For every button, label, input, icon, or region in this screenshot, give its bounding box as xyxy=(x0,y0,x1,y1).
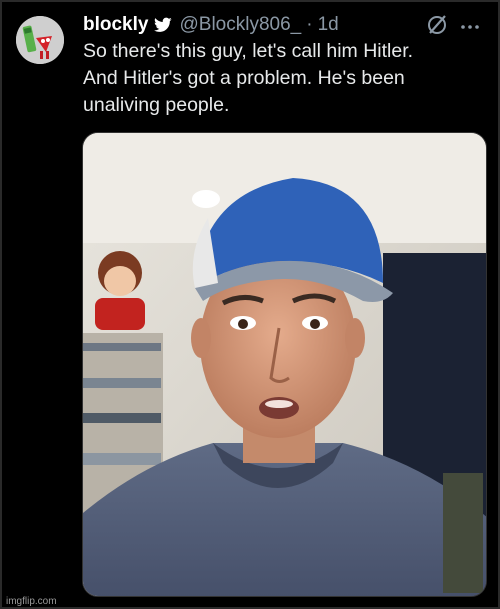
avatar-image xyxy=(16,16,64,64)
avatar[interactable] xyxy=(16,16,64,64)
tweet-media[interactable] xyxy=(82,132,487,597)
tweet-text: So there's this guy, let's call him Hitl… xyxy=(83,38,483,119)
display-name[interactable]: blockly xyxy=(83,13,148,37)
tweet-header: blockly @Blockly806_ · 1d xyxy=(83,13,448,37)
more-options-icon[interactable] xyxy=(460,24,480,30)
tweet-text-line: So there's this guy, let's call him Hitl… xyxy=(83,40,414,62)
tweet-text-line: unaliving people. xyxy=(83,94,230,116)
tweet-card: blockly @Blockly806_ · 1d So there's thi… xyxy=(0,0,500,609)
user-handle[interactable]: @Blockly806_ xyxy=(179,13,301,37)
tweet-text-line: And Hitler's got a problem. He's been xyxy=(83,67,405,89)
imgflip-watermark: imgflip.com xyxy=(6,596,57,607)
separator-dot: · xyxy=(306,14,313,35)
timestamp[interactable]: 1d xyxy=(318,13,339,37)
media-photo xyxy=(83,133,486,596)
grok-icon[interactable] xyxy=(426,14,448,36)
twitter-bird-icon xyxy=(154,17,173,32)
